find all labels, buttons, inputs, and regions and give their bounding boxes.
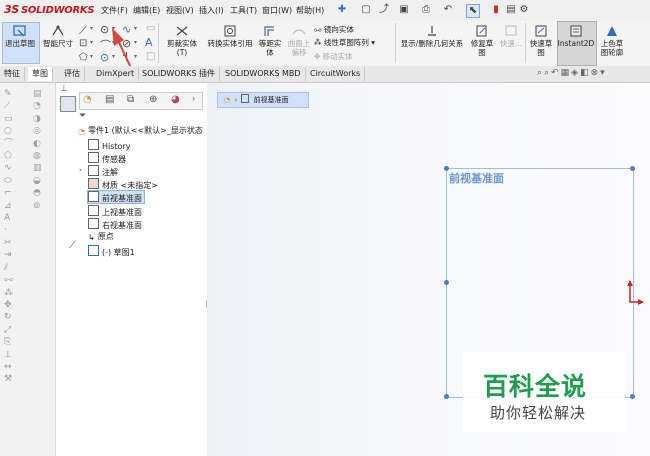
feature-manager-panel [56,83,208,456]
tree-sensors[interactable]: 传感器 [88,152,126,164]
rollback-icon[interactable]: ⟋ [69,240,76,251]
annotation-icon [88,165,99,176]
sensor-icon [88,152,99,163]
strip-circle-icon[interactable]: ○ [4,125,24,137]
breadcrumb-separator: › [234,96,238,104]
strip-arc-icon[interactable]: ⌒ [4,138,24,150]
strip-dimension-icon[interactable]: ↔ [4,361,24,373]
configuration-tab-icon[interactable]: ⧉ [127,94,134,105]
tree-origin[interactable]: ↳ 原点 [88,231,114,243]
tab-evaluate[interactable]: 评估 [60,67,85,81]
display-manager-tab-icon[interactable]: ◕ [171,94,180,105]
strip2-d-icon[interactable]: ◎ [33,125,51,137]
origin-icon: ↳ [88,233,95,242]
breadcrumb-plane-icon [241,94,250,103]
history-icon [88,139,99,150]
pin-panel-icon[interactable]: ⊥ [60,84,68,94]
strip-pattern-icon[interactable]: ⁂ [4,287,24,299]
view-settings-icon[interactable]: ▾ [600,68,607,78]
breadcrumb-part-icon: ◔ [224,96,231,104]
tab-addins[interactable]: SOLIDWORKS 插件 [138,67,220,81]
strip2-i-icon[interactable]: ◓ [33,187,51,199]
strip-move-icon[interactable]: ✥ [4,299,24,311]
sketch-tools-column: ✎ ⟋ ▭ ○ ⌒ ⬠ ∿ ⬭ ⌐ ⊿ A · ✂ ⇥ ⫽ ⧟ ⁂ ✥ ↻ ⤢ ⎘ ⊥ ↔ ⚒ [4,88,24,388]
tree-front-plane[interactable]: 前视基准面 [87,190,145,204]
sketch-icon [88,245,99,256]
hide-show-icon[interactable]: ⊗ [591,68,601,78]
strip-line-icon[interactable]: ⟋ [4,100,24,112]
strip-polygon-icon[interactable]: ⬠ [4,150,24,162]
more-tabs-icon[interactable]: › [192,94,195,103]
tab-mbd[interactable]: SOLIDWORKS MBD [221,67,306,81]
filter-bar-icons: ⊥ [60,84,68,94]
dimxpert-tab-icon[interactable]: ⊕ [149,94,157,105]
tree-root[interactable]: ◔ 零件1 (默认<<默认>_显示状态 [78,125,203,137]
strip-text-icon[interactable]: A [4,212,24,224]
tree-right-plane[interactable]: 右视基准面 [88,218,142,230]
watermark-title: 百科全说 [483,372,588,401]
view-orientation-icon[interactable]: ◈ [571,68,580,78]
strip2-f-icon[interactable]: ◍ [33,150,51,162]
material-icon [88,178,99,189]
tree-material[interactable]: 材质 <未指定> [88,178,158,190]
strip-fillet-icon[interactable]: ⌐ [4,187,24,199]
plane-icon [88,205,99,216]
strip2-e-icon[interactable]: ◐ [33,138,51,150]
watermark-subtitle: 助你轻松解决 [490,404,587,422]
strip-extend-icon[interactable]: ⇥ [4,249,24,261]
tree-sketch1[interactable]: (-) 草图1 [88,245,135,257]
tab-sketch[interactable]: 草图 [28,67,53,81]
section-view-icon[interactable]: ▦ [561,68,572,78]
tree-annotations[interactable]: 注解 [88,165,118,177]
feature-manager-tabs: ◔ ▤ ⧉ ⊕ ◕ › [79,92,203,110]
strip-trim-icon[interactable]: ✂ [4,237,24,249]
strip-point-icon[interactable]: · [4,224,24,236]
view-toolbar: ⌕⌕↶▦◈◧⊗▾ [537,68,607,78]
strip-ellipse-icon[interactable]: ⬭ [4,175,24,187]
plane-handle-bottom-right[interactable] [630,394,635,399]
strip-rotate-icon[interactable]: ↻ [4,311,24,323]
property-manager-tab-icon[interactable]: ▤ [105,94,114,105]
plane-icon [88,191,99,202]
strip2-a-icon[interactable]: ▤ [33,88,51,100]
tab-features[interactable]: 特征 [0,67,25,81]
origin-triad [627,280,644,305]
plane-handle-mid-left[interactable] [444,280,449,285]
tab-circuitworks[interactable]: CircuitWorks [306,67,366,81]
strip-scale-icon[interactable]: ⤢ [4,324,24,336]
strip-chamfer-icon[interactable]: ⊿ [4,200,24,212]
strip-rectangle-icon[interactable]: ▭ [4,113,24,125]
strip-offset-icon[interactable]: ⫽ [4,262,24,274]
strip2-c-icon[interactable]: ◑ [33,113,51,125]
strip-copy-icon[interactable]: ⎘ [4,336,24,348]
zoom-fit-icon[interactable]: ⌕ [537,68,544,78]
plane-icon [88,218,99,229]
tree-top-plane[interactable]: 上视基准面 [88,205,142,217]
hide-panel-icon[interactable] [60,96,76,112]
part-icon: ◔ [78,127,85,136]
strip-sketch-icon[interactable]: ✎ [4,88,24,100]
strip-mirror-icon[interactable]: ⧟ [4,274,24,286]
strip-relation-icon[interactable]: ⊥ [4,349,24,361]
strip-repair-icon[interactable]: ⚒ [4,373,24,385]
strip2-b-icon[interactable]: ◔ [33,100,51,112]
plane-handle-bottom-left[interactable] [444,394,449,399]
secondary-tools-column: ▤ ◔ ◑ ◎ ◐ ◍ ▥ ◒ ◓ ⊚ [33,88,51,212]
feature-tree-tab-icon[interactable]: ◔ [83,94,92,105]
tab-dimxpert[interactable]: DimXpert [92,67,140,81]
strip-spline-icon[interactable]: ∿ [4,162,24,174]
strip2-h-icon[interactable]: ◒ [33,175,51,187]
previous-view-icon[interactable]: ↶ [551,68,561,78]
filter-icon[interactable]: ⏷ [79,111,86,121]
expand-annotations-icon[interactable]: › [79,166,82,174]
tree-history[interactable]: History [88,139,130,151]
breadcrumb[interactable]: ◔ › 前视基准面 [217,92,309,108]
plane-label: 前视基准面 [449,172,504,185]
strip2-g-icon[interactable]: ▥ [33,162,51,174]
display-style-icon[interactable]: ◧ [580,68,591,78]
plane-handle-top-right[interactable] [630,166,635,171]
strip2-j-icon[interactable]: ⊚ [33,200,51,212]
